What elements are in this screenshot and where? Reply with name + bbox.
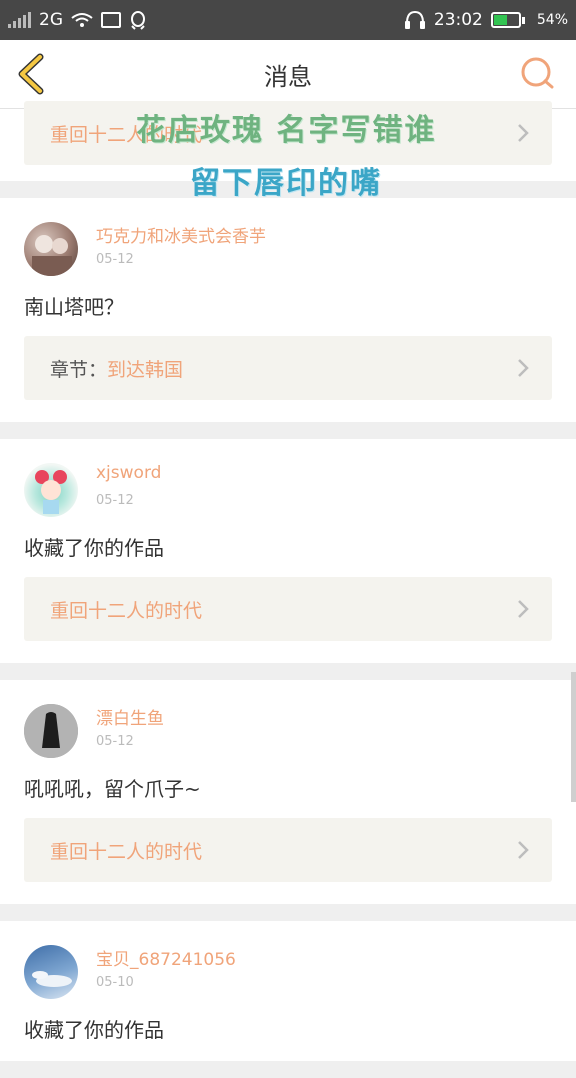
chapter-title: 重回十二人的时代 [50, 840, 203, 863]
search-icon[interactable] [518, 54, 558, 94]
message-text: 南山塔吧？ [24, 295, 124, 319]
chapter-link[interactable]: 章节： 到达韩国 [24, 336, 552, 400]
message-text: 收藏了你的作品 [24, 536, 164, 560]
signal-icon [8, 12, 31, 28]
avatar[interactable] [24, 945, 78, 999]
message-card: 漂白生鱼 05-12 吼吼吼，留个爪子~ 重回十二人的时代 [0, 680, 576, 904]
avatar[interactable] [24, 222, 78, 276]
battery-percent: 54% [536, 12, 568, 28]
timestamp: 05-12 [96, 734, 134, 749]
chapter-prefix: 章节： [50, 358, 108, 381]
status-left: 2G [8, 10, 147, 30]
message-card: 重回十二人的时代 [0, 101, 576, 181]
username[interactable]: xjsword [96, 463, 161, 483]
network-type: 2G [39, 10, 63, 30]
message-text: 收藏了你的作品 [24, 1018, 164, 1042]
chapter-link[interactable]: 重回十二人的时代 [24, 101, 552, 165]
status-bar: 2G 23:02 54% [0, 0, 576, 40]
status-right: 23:02 54% [404, 10, 568, 30]
timestamp: 05-12 [96, 252, 134, 267]
page-title: 消息 [264, 62, 312, 91]
wifi-icon [71, 13, 93, 27]
clock: 23:02 [433, 10, 483, 30]
username[interactable]: 漂白生鱼 [96, 704, 164, 729]
header-bar: 消息 [0, 40, 576, 109]
message-card: xjsword 05-12 收藏了你的作品 重回十二人的时代 [0, 439, 576, 663]
message-feed: 重回十二人的时代 巧克力和冰美式会香芋 05-12 南山塔吧？ 章节： 到达韩国… [0, 101, 576, 1078]
username[interactable]: 巧克力和冰美式会香芋 [96, 222, 266, 247]
username[interactable]: 宝贝_687241056 [96, 945, 236, 970]
chevron-right-icon [518, 124, 529, 142]
message-text: 吼吼吼，留个爪子~ [24, 777, 201, 801]
avatar[interactable] [24, 463, 78, 517]
chapter-title: 重回十二人的时代 [50, 599, 203, 622]
chevron-right-icon [518, 359, 529, 377]
chapter-link[interactable]: 重回十二人的时代 [24, 818, 552, 882]
headset-icon [404, 10, 425, 29]
back-button[interactable] [12, 52, 56, 96]
chevron-right-icon [518, 600, 529, 618]
message-card: 宝贝_687241056 05-10 收藏了你的作品 [0, 921, 576, 1061]
chevron-right-icon [518, 841, 529, 859]
chapter-link[interactable]: 重回十二人的时代 [24, 577, 552, 641]
timestamp: 05-12 [96, 493, 134, 508]
chapter-title: 重回十二人的时代 [50, 123, 203, 146]
message-card: 巧克力和冰美式会香芋 05-12 南山塔吧？ 章节： 到达韩国 [0, 198, 576, 422]
qq-icon [131, 11, 145, 30]
image-notification-icon [101, 12, 121, 28]
avatar[interactable] [24, 704, 78, 758]
battery-icon [490, 12, 525, 28]
chapter-title: 到达韩国 [107, 358, 184, 381]
scrollbar[interactable] [571, 672, 576, 802]
timestamp: 05-10 [96, 975, 134, 990]
